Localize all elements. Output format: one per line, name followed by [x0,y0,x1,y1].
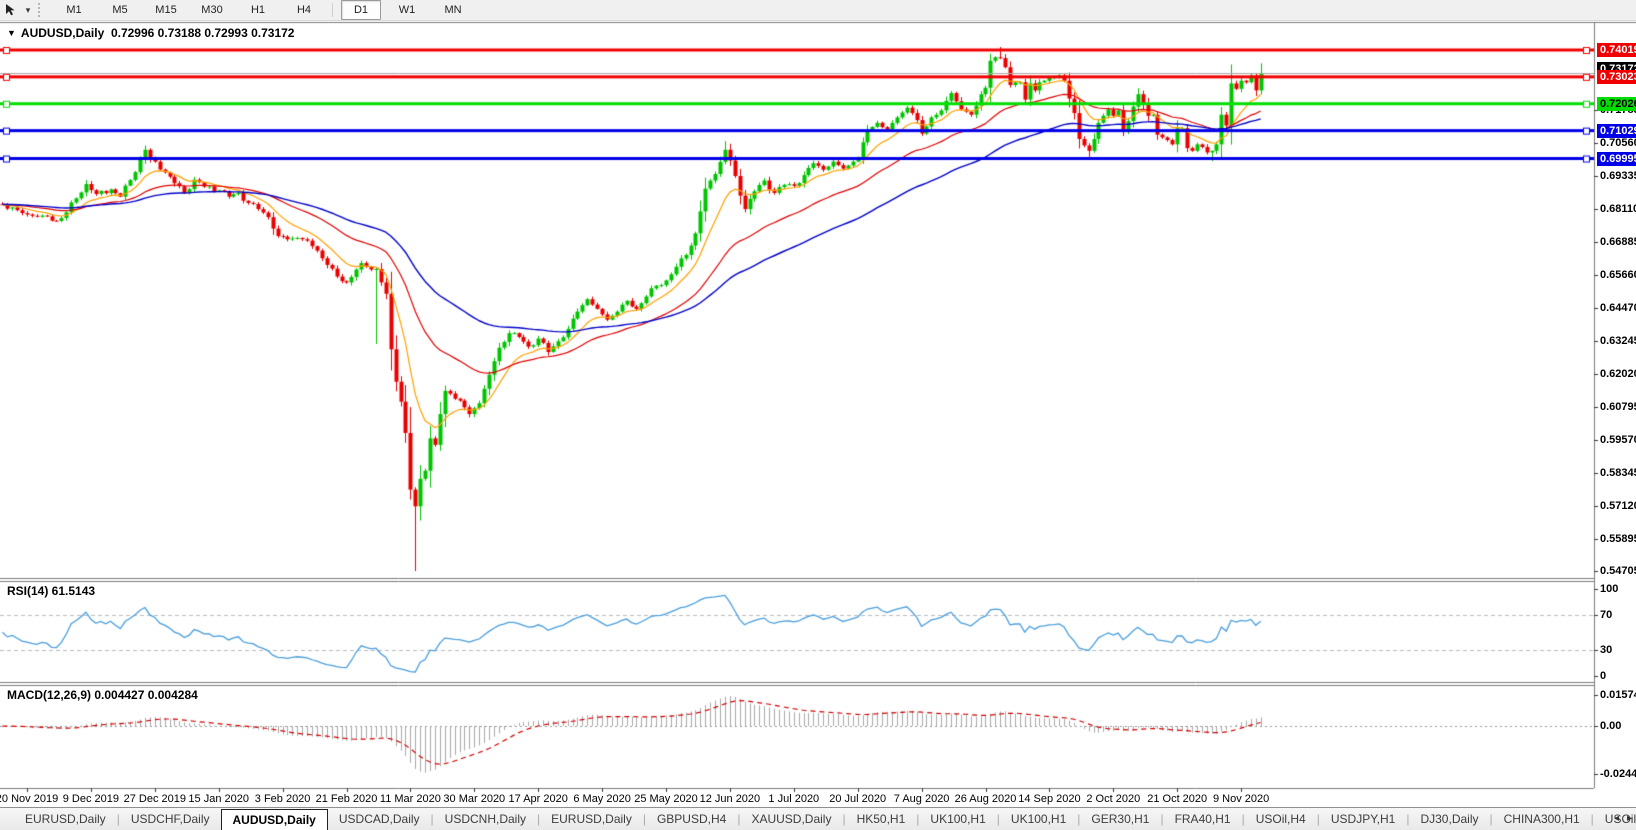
price-line-badge: 0.73023 [1597,70,1636,84]
date-tick-label: 15 Jan 2020 [188,793,249,805]
price-tick-label: 0.57120 [1600,500,1636,512]
timeframe-button-m1[interactable]: M1 [54,0,94,20]
chart-canvas[interactable] [0,0,1636,830]
rsi-level-label: 70 [1600,609,1612,621]
date-tick-label: 12 Jun 2020 [700,793,761,805]
symbol-tab-xauusd[interactable]: XAUUSD,Daily [740,808,842,830]
symbol-tab-usdcad[interactable]: USDCAD,Daily [328,808,431,830]
symbol-tab-eurusd[interactable]: EURUSD,Daily [540,808,643,830]
date-tick-label: 21 Oct 2020 [1147,793,1207,805]
rsi-label: RSI(14) 61.5143 [7,584,95,598]
price-tick-label: 0.64470 [1600,302,1636,314]
symbol-tab-gbpusd[interactable]: GBPUSD,H4 [646,808,737,830]
date-tick-label: 2 Oct 2020 [1086,793,1140,805]
date-tick-label: 9 Dec 2019 [63,793,119,805]
chevron-down-icon[interactable]: ▾ [22,5,34,16]
price-line-badge: 0.69995 [1597,152,1636,166]
symbol-tab-usdcnh[interactable]: USDCNH,Daily [434,808,537,830]
rsi-level-label: 0 [1600,670,1606,682]
timeframe-buttons: M1 M5 M15 M30 H1 H4 D1 W1 MN [51,0,476,20]
macd-level-label: 0.015741 [1600,689,1636,701]
symbol-collapse-icon[interactable]: ▼ [7,28,16,38]
macd-level-label: -0.024412 [1600,768,1636,780]
date-tick-label: 30 Mar 2020 [443,793,505,805]
symbol-tab-audusd[interactable]: AUDUSD,Daily [221,809,328,830]
tab-scroll-right-icon[interactable]: ▸ [1627,813,1632,824]
date-tick-label: 3 Feb 2020 [255,793,311,805]
symbol-tab-usoil[interactable]: USOil,H4 [1245,808,1317,830]
price-tick-label: 0.55895 [1600,533,1636,545]
symbol-tab-eurusd[interactable]: EURUSD,Daily [14,808,117,830]
symbol-tab-dj30[interactable]: DJ30,Daily [1409,808,1489,830]
terminal-window: ▾ M1 M5 M15 M30 H1 H4 D1 W1 MN ▼ AUDUSD,Daily 0.7… [0,0,1636,830]
symbol-tab-uk100[interactable]: UK100,H1 [1000,808,1077,830]
macd-label: MACD(12,26,9) 0.004427 0.004284 [7,688,198,702]
timeframe-button-h1[interactable]: H1 [238,0,278,20]
price-tick-label: 0.54705 [1600,565,1636,577]
date-tick-label: 7 Aug 2020 [894,793,950,805]
date-tick-label: 27 Dec 2019 [124,793,186,805]
price-tick-label: 0.68110 [1600,203,1636,215]
date-tick-label: 6 May 2020 [573,793,630,805]
symbol-tabbar: EURUSD,Daily|USDCHF,DailyAUDUSD,DailyUSD… [0,807,1636,830]
toolbar-separator [332,3,333,17]
date-tick-label: 25 May 2020 [634,793,698,805]
price-tick-label: 0.59570 [1600,434,1636,446]
date-tick-label: 26 Aug 2020 [955,793,1017,805]
price-tick-label: 0.63245 [1600,335,1636,347]
symbol-tab-usdjpy[interactable]: USDJPY,H1 [1320,808,1406,830]
price-tick-label: 0.70560 [1600,137,1636,149]
date-tick-label: 21 Feb 2020 [316,793,378,805]
chart-cursor-icon[interactable] [0,1,22,19]
timeframe-button-m15[interactable]: M15 [146,0,186,20]
timeframe-button-d1[interactable]: D1 [341,0,381,20]
timeframe-toolbar: ▾ M1 M5 M15 M30 H1 H4 D1 W1 MN [0,0,1636,21]
date-tick-label: 20 Nov 2019 [0,793,58,805]
price-tick-label: 0.66885 [1600,236,1636,248]
chart-ohlc-values: 0.72996 0.73188 0.72993 0.73172 [111,26,295,40]
symbol-tab-hk50[interactable]: HK50,H1 [846,808,917,830]
chart-symbol-label: AUDUSD,Daily [21,26,104,40]
tab-scroll-arrows: ◂ ▸ [1614,807,1632,830]
timeframe-button-mn[interactable]: MN [433,0,473,20]
date-tick-label: 9 Nov 2020 [1213,793,1269,805]
timeframe-button-h4[interactable]: H4 [284,0,324,20]
symbol-tab-ger30[interactable]: GER30,H1 [1080,808,1160,830]
toolbar-grip [38,3,45,17]
date-tick-label: 20 Jul 2020 [829,793,886,805]
price-tick-label: 0.60795 [1600,401,1636,413]
timeframe-button-m30[interactable]: M30 [192,0,232,20]
macd-level-label: 0.00 [1600,720,1621,732]
price-tick-label: 0.65660 [1600,269,1636,281]
date-tick-label: 1 Jul 2020 [768,793,819,805]
timeframe-button-w1[interactable]: W1 [387,0,427,20]
symbol-tab-usdchf[interactable]: USDCHF,Daily [120,808,221,830]
price-tick-label: 0.69335 [1600,170,1636,182]
price-tick-label: 0.62020 [1600,368,1636,380]
rsi-level-label: 100 [1600,583,1618,595]
date-tick-label: 14 Sep 2020 [1018,793,1080,805]
price-line-badge: 0.74019 [1597,43,1636,57]
symbol-tab-fra40[interactable]: FRA40,H1 [1164,808,1242,830]
symbol-tab-uk100[interactable]: UK100,H1 [919,808,996,830]
price-line-badge: 0.72026 [1597,97,1636,111]
date-tick-label: 17 Apr 2020 [509,793,568,805]
date-tick-label: 11 Mar 2020 [380,793,441,805]
rsi-level-label: 30 [1600,644,1612,656]
timeframe-button-m5[interactable]: M5 [100,0,140,20]
tab-scroll-left-icon[interactable]: ◂ [1614,813,1619,824]
symbol-tab-china300[interactable]: CHINA300,H1 [1493,808,1591,830]
chart-ohlc-header: ▼ AUDUSD,Daily 0.72996 0.73188 0.72993 0.… [7,26,294,40]
price-line-badge: 0.71029 [1597,124,1636,138]
price-tick-label: 0.58345 [1600,467,1636,479]
